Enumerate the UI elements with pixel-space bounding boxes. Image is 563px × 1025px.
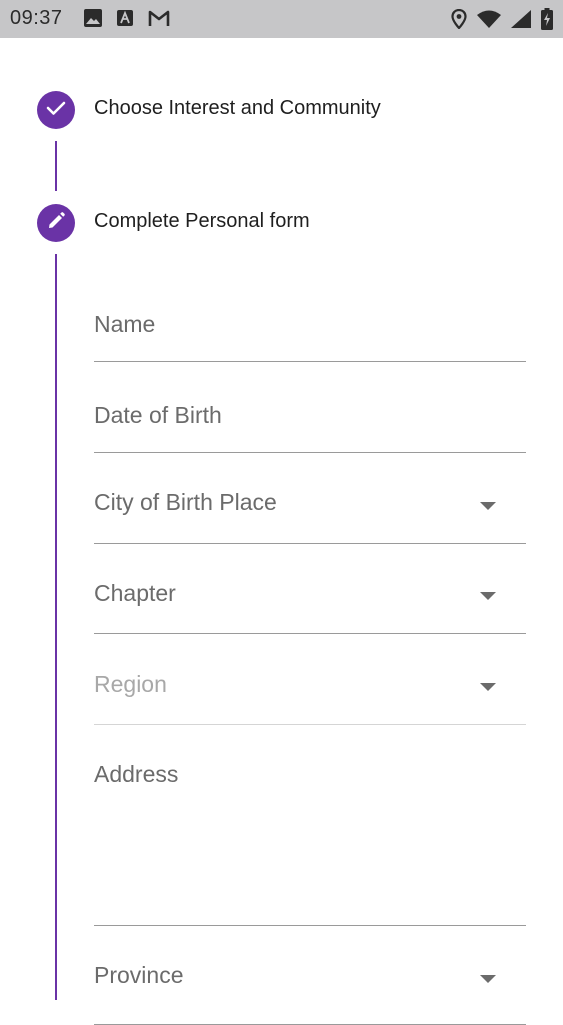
field-label: Chapter: [94, 580, 176, 606]
dropdown-arrow-icon: [480, 592, 496, 600]
step-connector: [55, 254, 57, 1000]
font-a-icon: [117, 10, 133, 26]
wifi-icon: [477, 10, 501, 28]
status-bar: 09:37: [0, 0, 563, 38]
field-label: Name: [94, 311, 156, 337]
address-field[interactable]: Address: [94, 753, 526, 926]
step-title: Complete Personal form: [94, 210, 310, 232]
city-of-birth-dropdown[interactable]: City of Birth Place: [94, 481, 526, 544]
dropdown-arrow-icon: [480, 683, 496, 691]
name-field[interactable]: Name: [94, 300, 526, 362]
dropdown-arrow-icon: [480, 502, 496, 510]
dropdown-arrow-icon: [480, 975, 496, 983]
field-label: Address: [94, 761, 179, 787]
field-label: City of Birth Place: [94, 489, 277, 515]
image-icon: [84, 9, 102, 27]
field-label: Date of Birth: [94, 402, 222, 428]
step-title: Choose Interest and Community: [94, 97, 381, 119]
step-editing-indicator: [37, 204, 75, 242]
step-connector: [55, 141, 57, 191]
status-time: 09:37: [10, 7, 63, 29]
date-of-birth-field[interactable]: Date of Birth: [94, 391, 526, 453]
location-icon: [451, 9, 467, 29]
field-label: Province: [94, 962, 184, 988]
province-dropdown[interactable]: Province: [94, 954, 526, 1025]
field-label: Region: [94, 671, 167, 697]
chapter-dropdown[interactable]: Chapter: [94, 572, 526, 634]
battery-charging-icon: [541, 8, 553, 30]
step-complete-indicator: [37, 91, 75, 129]
region-dropdown: Region: [94, 663, 526, 725]
pencil-icon: [46, 211, 66, 236]
signal-icon: [511, 10, 531, 28]
gmail-icon: [148, 10, 170, 27]
check-icon: [46, 100, 66, 121]
